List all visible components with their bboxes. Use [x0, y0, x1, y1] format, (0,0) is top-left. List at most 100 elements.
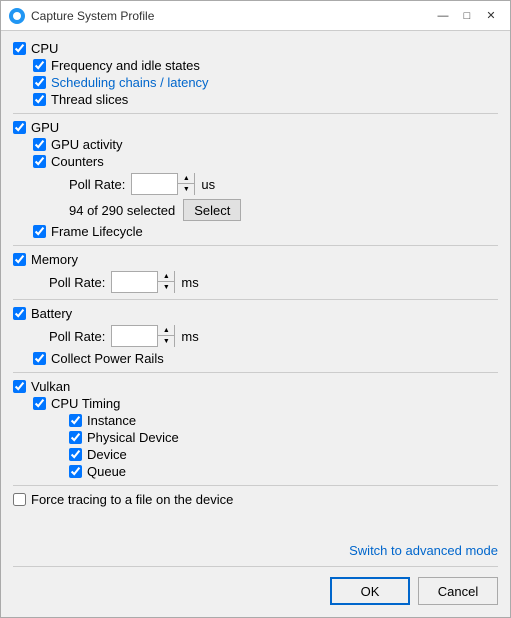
- vulkan-cpu-timing-options: Instance Physical Device Device Queue: [69, 413, 498, 479]
- memory-poll-unit: ms: [181, 275, 198, 290]
- close-button[interactable]: ✕: [480, 6, 502, 26]
- battery-header-row: Battery: [13, 306, 498, 321]
- gpu-section: GPU GPU activity Counters Poll Rate: 100…: [13, 120, 498, 239]
- cpu-scheduling-label[interactable]: Scheduling chains / latency: [51, 75, 209, 90]
- cpu-section: CPU Frequency and idle states Scheduling…: [13, 41, 498, 107]
- gpu-activity-label[interactable]: GPU activity: [51, 137, 123, 152]
- memory-poll-input[interactable]: 5: [112, 272, 157, 292]
- battery-poll-unit: ms: [181, 329, 198, 344]
- switch-advanced-button[interactable]: Switch to advanced mode: [349, 543, 498, 558]
- memory-checkbox[interactable]: [13, 253, 26, 266]
- battery-label[interactable]: Battery: [31, 306, 72, 321]
- vulkan-label[interactable]: Vulkan: [31, 379, 70, 394]
- gpu-frame-checkbox[interactable]: [33, 225, 46, 238]
- ok-button[interactable]: OK: [330, 577, 410, 605]
- memory-section: Memory Poll Rate: 5 ▲ ▼ ms: [13, 252, 498, 293]
- memory-poll-down[interactable]: ▼: [158, 282, 174, 293]
- cpu-frequency-row: Frequency and idle states: [33, 58, 498, 73]
- cpu-checkbox[interactable]: [13, 42, 26, 55]
- battery-poll-input[interactable]: 250: [112, 326, 157, 346]
- memory-label[interactable]: Memory: [31, 252, 78, 267]
- gpu-header-row: GPU: [13, 120, 498, 135]
- footer-buttons: OK Cancel: [13, 577, 498, 605]
- gpu-checkbox[interactable]: [13, 121, 26, 134]
- gpu-counters-label[interactable]: Counters: [51, 154, 104, 169]
- cancel-button[interactable]: Cancel: [418, 577, 498, 605]
- cpu-options: Frequency and idle states Scheduling cha…: [33, 58, 498, 107]
- gpu-poll-arrows: ▲ ▼: [177, 173, 194, 195]
- memory-poll-up[interactable]: ▲: [158, 271, 174, 282]
- gpu-activity-checkbox[interactable]: [33, 138, 46, 151]
- cpu-thread-row: Thread slices: [33, 92, 498, 107]
- cpu-thread-checkbox[interactable]: [33, 93, 46, 106]
- battery-power-row: Collect Power Rails: [33, 351, 498, 366]
- minimize-button[interactable]: —: [432, 6, 454, 26]
- vulkan-device-row: Device: [69, 447, 498, 462]
- vulkan-options: CPU Timing Instance Physical Device Devi…: [33, 396, 498, 479]
- cpu-label[interactable]: CPU: [31, 41, 58, 56]
- battery-poll-arrows: ▲ ▼: [157, 325, 174, 347]
- vulkan-cpu-timing-checkbox[interactable]: [33, 397, 46, 410]
- gpu-activity-row: GPU activity: [33, 137, 498, 152]
- battery-poll-spinbox: 250 ▲ ▼: [111, 325, 175, 347]
- gpu-options: GPU activity Counters Poll Rate: 1000 ▲ …: [33, 137, 498, 239]
- title-bar: Capture System Profile — □ ✕: [1, 1, 510, 31]
- vulkan-device-label[interactable]: Device: [87, 447, 127, 462]
- gpu-counters-checkbox[interactable]: [33, 155, 46, 168]
- vulkan-queue-checkbox[interactable]: [69, 465, 82, 478]
- vulkan-queue-label[interactable]: Queue: [87, 464, 126, 479]
- vulkan-device-checkbox[interactable]: [69, 448, 82, 461]
- battery-power-label[interactable]: Collect Power Rails: [51, 351, 164, 366]
- gpu-select-row: 94 of 290 selected Select: [69, 199, 498, 221]
- memory-poll-arrows: ▲ ▼: [157, 271, 174, 293]
- memory-poll-label: Poll Rate:: [49, 275, 105, 290]
- gpu-poll-up[interactable]: ▲: [178, 173, 194, 184]
- gpu-select-info: 94 of 290 selected: [69, 203, 175, 218]
- gpu-frame-label[interactable]: Frame Lifecycle: [51, 224, 143, 239]
- force-tracing-row: Force tracing to a file on the device: [13, 492, 498, 507]
- gpu-frame-row: Frame Lifecycle: [33, 224, 498, 239]
- battery-section: Battery Poll Rate: 250 ▲ ▼ ms Collect Po…: [13, 306, 498, 366]
- vulkan-physical-device-row: Physical Device: [69, 430, 498, 445]
- force-tracing-section: Force tracing to a file on the device: [13, 492, 498, 507]
- battery-options: Collect Power Rails: [33, 351, 498, 366]
- vulkan-instance-row: Instance: [69, 413, 498, 428]
- battery-checkbox[interactable]: [13, 307, 26, 320]
- vulkan-queue-row: Queue: [69, 464, 498, 479]
- gpu-counters-row: Counters: [33, 154, 498, 169]
- window-controls: — □ ✕: [432, 6, 502, 26]
- maximize-button[interactable]: □: [456, 6, 478, 26]
- battery-poll-rate-row: Poll Rate: 250 ▲ ▼ ms: [49, 325, 498, 347]
- battery-poll-down[interactable]: ▼: [158, 336, 174, 347]
- vulkan-instance-label[interactable]: Instance: [87, 413, 136, 428]
- cpu-scheduling-checkbox[interactable]: [33, 76, 46, 89]
- gpu-select-button[interactable]: Select: [183, 199, 241, 221]
- cpu-frequency-checkbox[interactable]: [33, 59, 46, 72]
- cpu-thread-label[interactable]: Thread slices: [51, 92, 128, 107]
- vulkan-header-row: Vulkan: [13, 379, 498, 394]
- force-tracing-label[interactable]: Force tracing to a file on the device: [31, 492, 233, 507]
- gpu-poll-down[interactable]: ▼: [178, 184, 194, 195]
- gpu-poll-spinbox: 1000 ▲ ▼: [131, 173, 195, 195]
- vulkan-physical-device-label[interactable]: Physical Device: [87, 430, 179, 445]
- battery-poll-up[interactable]: ▲: [158, 325, 174, 336]
- main-window: Capture System Profile — □ ✕ CPU Frequen…: [0, 0, 511, 618]
- memory-header-row: Memory: [13, 252, 498, 267]
- footer: Switch to advanced mode OK Cancel: [1, 535, 510, 617]
- gpu-poll-input[interactable]: 1000: [132, 174, 177, 194]
- content-area: CPU Frequency and idle states Scheduling…: [1, 31, 510, 535]
- vulkan-instance-checkbox[interactable]: [69, 414, 82, 427]
- vulkan-checkbox[interactable]: [13, 380, 26, 393]
- vulkan-cpu-timing-row: CPU Timing: [33, 396, 498, 411]
- app-icon: [9, 8, 25, 24]
- cpu-header-row: CPU: [13, 41, 498, 56]
- cpu-frequency-label[interactable]: Frequency and idle states: [51, 58, 200, 73]
- force-tracing-checkbox[interactable]: [13, 493, 26, 506]
- vulkan-physical-device-checkbox[interactable]: [69, 431, 82, 444]
- battery-power-checkbox[interactable]: [33, 352, 46, 365]
- gpu-label[interactable]: GPU: [31, 120, 59, 135]
- cpu-scheduling-row: Scheduling chains / latency: [33, 75, 498, 90]
- vulkan-cpu-timing-label[interactable]: CPU Timing: [51, 396, 120, 411]
- memory-poll-spinbox: 5 ▲ ▼: [111, 271, 175, 293]
- gpu-poll-label: Poll Rate:: [69, 177, 125, 192]
